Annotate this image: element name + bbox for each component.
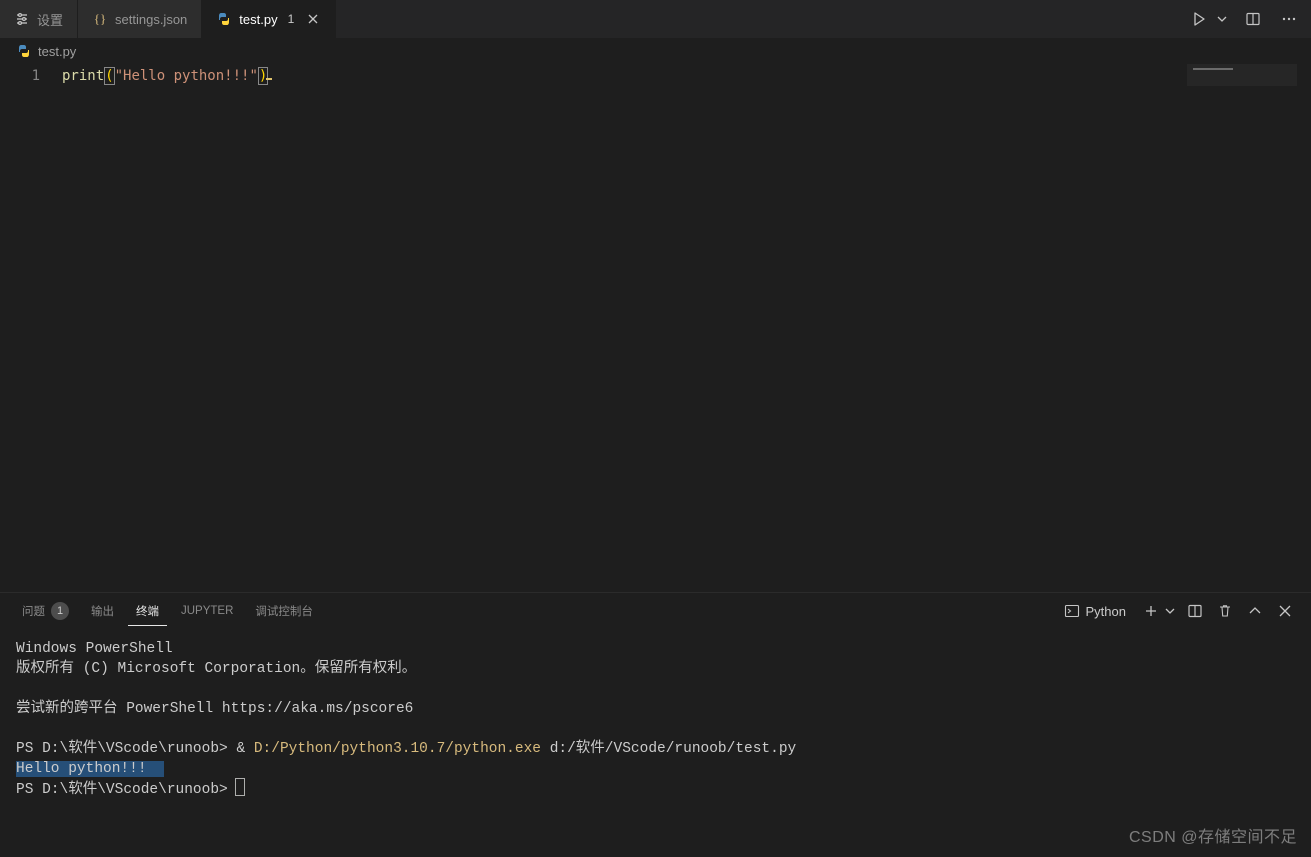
problems-count-badge: 1 <box>51 602 69 620</box>
tab-label: 设置 <box>37 10 63 29</box>
panel-tab-label: 问题 <box>22 603 45 619</box>
watermark-text: CSDN @存储空间不足 <box>1129 823 1297 847</box>
panel-tabs: 问题 1 输出 终端 JUPYTER 调试控制台 Python <box>0 593 1311 629</box>
token-string: "Hello python!!!" <box>115 68 258 84</box>
terminal-cursor <box>236 779 244 795</box>
split-terminal-button[interactable] <box>1183 599 1207 623</box>
terminal-arg: d:/软件/VScode/runoob/test.py <box>541 741 796 757</box>
panel-tab-label: 终端 <box>136 603 159 619</box>
tab-close-button[interactable] <box>305 11 321 27</box>
new-terminal-button[interactable] <box>1139 599 1163 623</box>
editor-title-actions <box>1177 0 1311 38</box>
breadcrumb[interactable]: test.py <box>0 38 1311 64</box>
tab-bar-spacer <box>336 0 1177 38</box>
token-function: print <box>62 68 104 84</box>
minimap[interactable] <box>1187 64 1297 592</box>
settings-list-icon <box>14 11 30 27</box>
more-actions-button[interactable] <box>1277 7 1301 31</box>
json-braces-icon: {} <box>92 11 108 27</box>
terminal-line <box>16 679 1295 699</box>
panel-tab-label: 输出 <box>91 603 114 619</box>
tab-label: settings.json <box>115 12 187 27</box>
editor-area[interactable]: 1 print("Hello python!!!") <box>0 64 1311 592</box>
tab-settings-json[interactable]: {} settings.json <box>78 0 202 38</box>
split-editor-button[interactable] <box>1241 7 1265 31</box>
terminal-icon <box>1064 603 1080 619</box>
terminal-output[interactable]: Windows PowerShell版权所有 (C) Microsoft Cor… <box>0 629 1311 857</box>
terminal-output-selected: Hello python!!! <box>16 761 147 777</box>
terminal-line <box>16 719 1295 739</box>
code-line-1: print("Hello python!!!") <box>62 66 1187 86</box>
python-file-icon <box>16 43 32 59</box>
scrollbar[interactable] <box>1297 64 1311 592</box>
editor-tab-bar: 设置 {} settings.json test.py 1 <box>0 0 1311 38</box>
run-button[interactable] <box>1187 7 1211 31</box>
panel-tab-label: 调试控制台 <box>255 603 313 619</box>
terminal-line: PS D:\软件\VScode\runoob> <box>16 779 1295 800</box>
terminal-line: Hello python!!! <box>16 759 1295 779</box>
tab-test-py[interactable]: test.py 1 <box>202 0 336 38</box>
terminal-exe-path: D:/Python/python3.10.7/python.exe <box>254 741 541 757</box>
svg-text:{}: {} <box>94 11 106 26</box>
terminal-text: & <box>236 741 253 757</box>
panel-tab-label: JUPYTER <box>181 605 233 617</box>
terminal-selector-label: Python <box>1086 604 1126 619</box>
code-content[interactable]: print("Hello python!!!") <box>62 64 1187 592</box>
token-lparen: ( <box>104 67 114 85</box>
terminal-selection-pad <box>147 761 164 777</box>
panel-tab-terminal[interactable]: 终端 <box>128 597 167 626</box>
maximize-panel-button[interactable] <box>1243 599 1267 623</box>
run-dropdown[interactable] <box>1215 7 1229 31</box>
panel-tab-debug[interactable]: 调试控制台 <box>247 597 321 625</box>
terminal-selector[interactable]: Python <box>1057 600 1133 622</box>
line-number: 1 <box>0 66 62 86</box>
terminal-line: Windows PowerShell <box>16 639 1295 659</box>
terminal-line: PS D:\软件\VScode\runoob> & D:/Python/pyth… <box>16 739 1295 759</box>
tab-settings[interactable]: 设置 <box>0 0 78 38</box>
line-gutter: 1 <box>0 64 62 592</box>
kill-terminal-button[interactable] <box>1213 599 1237 623</box>
close-panel-button[interactable] <box>1273 599 1297 623</box>
terminal-line: 尝试新的跨平台 PowerShell https://aka.ms/pscore… <box>16 699 1295 719</box>
new-terminal-dropdown[interactable] <box>1163 599 1177 623</box>
panel-tab-problems[interactable]: 问题 1 <box>14 596 77 626</box>
panel-tab-jupyter[interactable]: JUPYTER <box>173 599 241 623</box>
minimap-line <box>1193 68 1233 70</box>
bottom-panel: 问题 1 输出 终端 JUPYTER 调试控制台 Python <box>0 592 1311 857</box>
python-file-icon <box>216 11 232 27</box>
breadcrumb-file: test.py <box>38 44 76 59</box>
editor-cursor <box>266 78 272 80</box>
terminal-line: 版权所有 (C) Microsoft Corporation。保留所有权利。 <box>16 659 1295 679</box>
tab-modified-badge: 1 <box>288 12 295 26</box>
token-rparen: ) <box>258 67 268 85</box>
panel-tab-output[interactable]: 输出 <box>83 597 122 625</box>
tab-label: test.py <box>239 12 277 27</box>
terminal-prompt: PS D:\软件\VScode\runoob> <box>16 741 236 757</box>
terminal-prompt: PS D:\软件\VScode\runoob> <box>16 782 236 798</box>
panel-actions: Python <box>1057 599 1297 623</box>
